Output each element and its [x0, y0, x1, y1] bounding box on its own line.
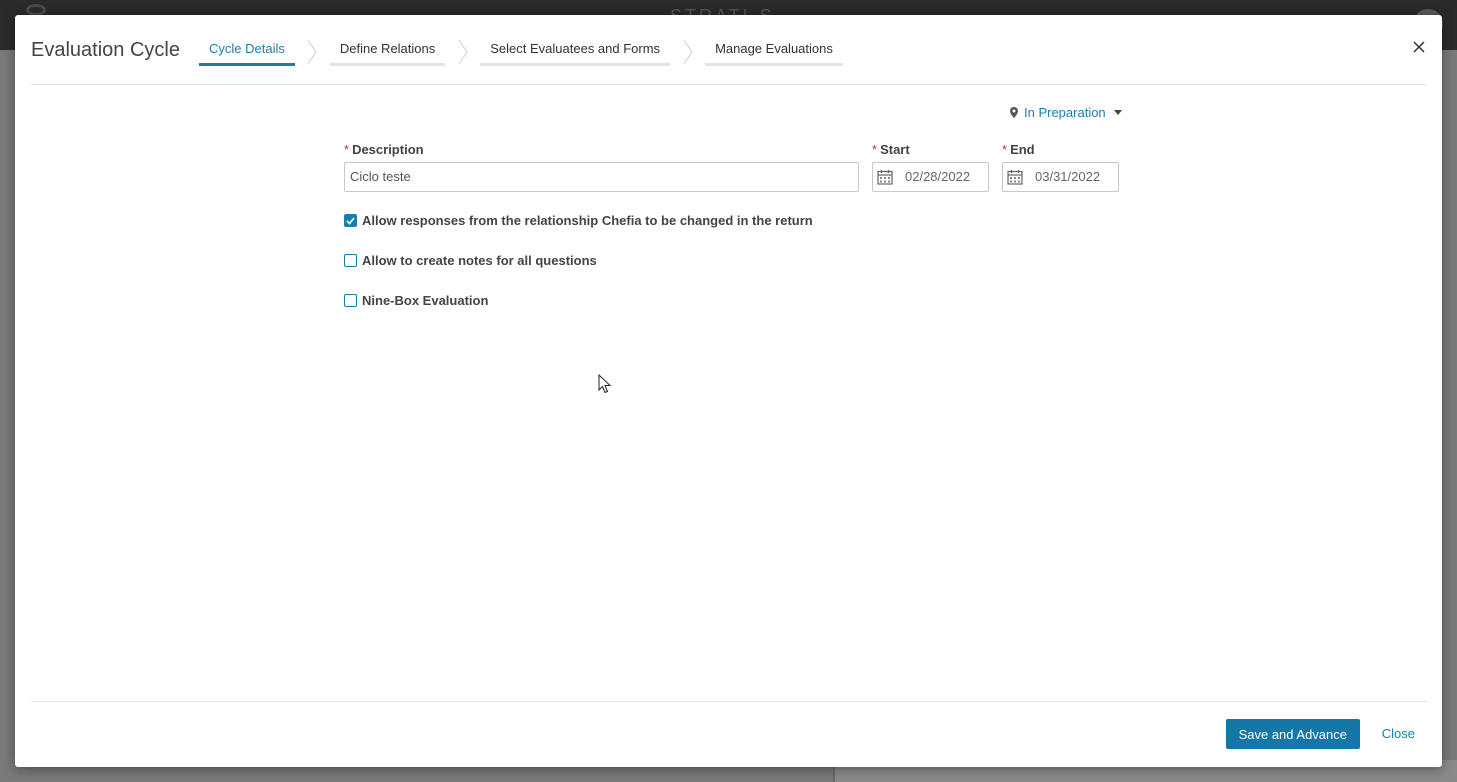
- checkbox-label: Allow responses from the relationship Ch…: [362, 213, 813, 228]
- calendar-icon: [877, 170, 893, 185]
- checkbox-allow-notes[interactable]: [344, 254, 357, 267]
- start-label-text: Start: [880, 142, 910, 157]
- calendar-icon: [1007, 170, 1023, 185]
- close-icon[interactable]: [1411, 39, 1427, 55]
- checkbox-label: Allow to create notes for all questions: [362, 253, 597, 268]
- required-mark: *: [872, 142, 878, 157]
- map-marker-icon: [1010, 107, 1018, 118]
- checkbox-nine-box[interactable]: [344, 294, 357, 307]
- end-label-text: End: [1010, 142, 1035, 157]
- checkbox-allow-responses-changed[interactable]: [344, 214, 357, 227]
- chevron-right-icon: [670, 39, 705, 65]
- evaluation-cycle-modal: Evaluation Cycle Cycle Details Define Re…: [15, 15, 1442, 767]
- checkbox-label: Nine-Box Evaluation: [362, 293, 489, 308]
- check-icon: [346, 216, 355, 225]
- mouse-cursor-icon: [598, 374, 612, 394]
- step-manage-evaluations[interactable]: Manage Evaluations: [705, 39, 843, 66]
- wizard-steps: Cycle Details Define Relations Select Ev…: [199, 39, 843, 69]
- save-and-advance-button[interactable]: Save and Advance: [1225, 719, 1360, 749]
- caret-down-icon: [1113, 110, 1122, 115]
- modal-title: Evaluation Cycle: [31, 39, 180, 61]
- modal-header: Evaluation Cycle Cycle Details Define Re…: [31, 15, 1427, 85]
- close-link[interactable]: Close: [1382, 726, 1415, 741]
- required-mark: *: [344, 142, 350, 157]
- status-label: In Preparation: [1024, 105, 1106, 120]
- chevron-right-icon: [295, 39, 330, 65]
- description-input[interactable]: Ciclo teste: [344, 162, 859, 192]
- step-select-evaluatees-and-forms[interactable]: Select Evaluatees and Forms: [480, 39, 671, 66]
- description-label-text: Description: [352, 142, 424, 157]
- start-date-value: 02/28/2022: [905, 169, 971, 184]
- end-date-value: 03/31/2022: [1035, 169, 1101, 184]
- checkbox-row-nine-box[interactable]: Nine-Box Evaluation: [344, 293, 488, 308]
- required-mark: *: [1002, 142, 1008, 157]
- step-define-relations[interactable]: Define Relations: [329, 39, 446, 66]
- step-cycle-details[interactable]: Cycle Details: [199, 39, 295, 66]
- end-date-input[interactable]: 03/31/2022: [1002, 162, 1119, 192]
- checkbox-row-allow-responses-changed[interactable]: Allow responses from the relationship Ch…: [344, 213, 813, 228]
- modal-footer: Save and Advance Close: [31, 701, 1427, 767]
- start-date-input[interactable]: 02/28/2022: [872, 162, 989, 192]
- chevron-right-icon: [445, 39, 480, 65]
- start-label: * Start: [872, 142, 910, 157]
- checkbox-row-allow-notes[interactable]: Allow to create notes for all questions: [344, 253, 597, 268]
- end-label: * End: [1002, 142, 1035, 157]
- status-dropdown[interactable]: In Preparation: [1010, 105, 1122, 120]
- description-label: * Description: [344, 142, 424, 157]
